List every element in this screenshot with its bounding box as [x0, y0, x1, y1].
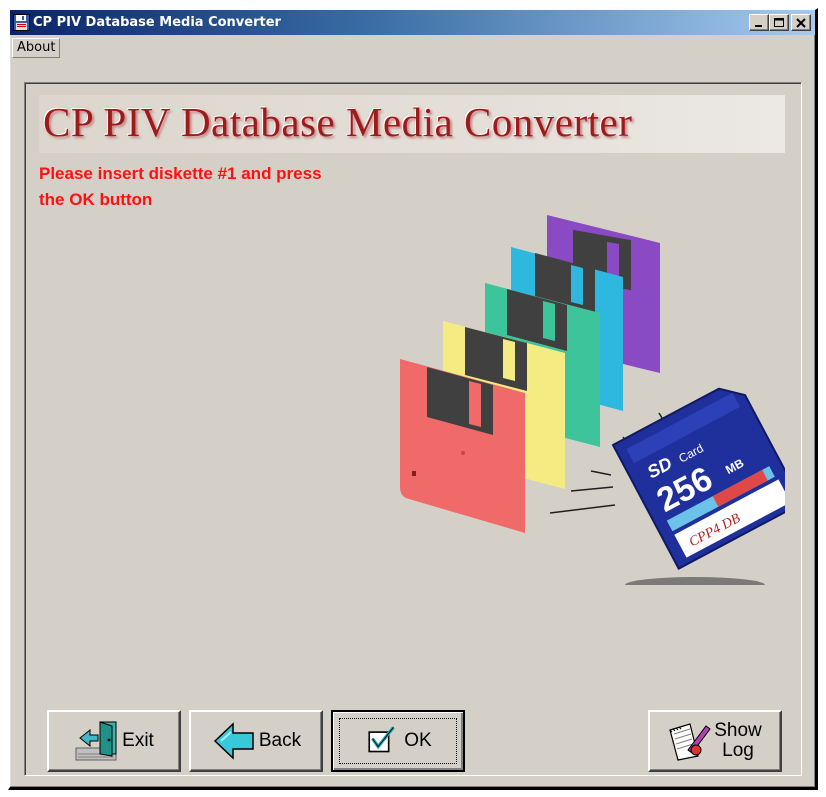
close-icon [796, 17, 806, 28]
ok-label: OK [404, 730, 432, 751]
menu-bar: About [12, 37, 61, 59]
show-log-label: Show Log [714, 720, 762, 761]
window-title: CP PIV Database Media Converter [33, 15, 281, 30]
close-button[interactable] [791, 14, 811, 31]
main-panel: CP PIV Database Media Converter Please i… [24, 82, 802, 776]
minimize-button[interactable] [749, 14, 769, 31]
back-arrow-icon [213, 722, 254, 760]
banner: CP PIV Database Media Converter [39, 95, 785, 153]
checkbox-check-icon [368, 726, 396, 753]
maximize-icon [774, 17, 784, 27]
app-window: CP PIV Database Media Converter About CP… [8, 8, 818, 790]
app-icon[interactable] [13, 14, 30, 31]
instruction-line-2: the OK button [39, 190, 153, 209]
exit-door-icon [75, 721, 117, 761]
back-label: Back [258, 730, 302, 751]
show-log-button[interactable]: Show Log [648, 710, 782, 772]
title-buttons [749, 14, 811, 31]
banner-title: CP PIV Database Media Converter [43, 99, 633, 145]
sd-card-icon: SD Card 256 MB CPP4 DB [611, 387, 785, 570]
exit-label: Exit [122, 730, 154, 751]
sd-card-shadow [625, 577, 765, 585]
diskettes-to-sd-illustration: SD Card 256 MB CPP4 DB [400, 215, 785, 585]
ok-button[interactable]: OK [331, 710, 465, 772]
maximize-button[interactable] [769, 14, 789, 31]
back-button[interactable]: Back [189, 710, 323, 772]
minimize-icon [755, 24, 762, 27]
instruction-line-1: Please insert diskette #1 and press [39, 164, 322, 183]
exit-button[interactable]: Exit [47, 710, 181, 772]
instruction-text: Please insert diskette #1 and press the … [39, 161, 419, 213]
menu-about[interactable]: About [12, 38, 61, 58]
title-bar[interactable]: CP PIV Database Media Converter [10, 10, 815, 35]
log-notepad-pen-icon [669, 723, 711, 761]
